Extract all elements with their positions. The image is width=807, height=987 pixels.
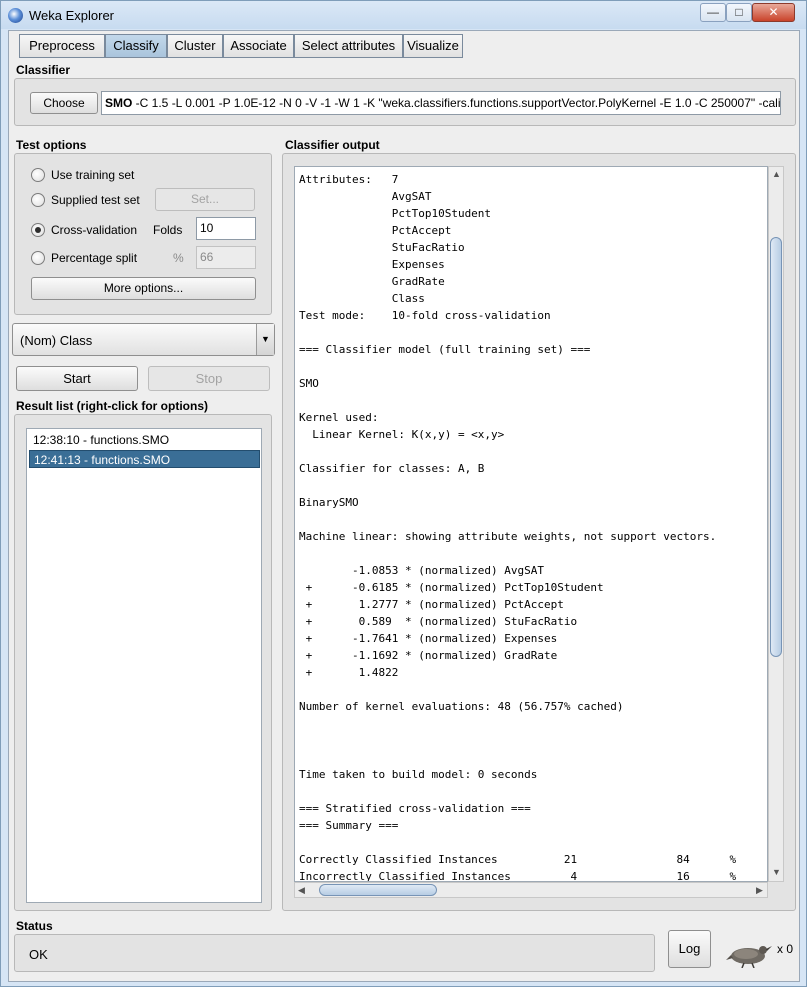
cross-validation-label: Cross-validation (51, 223, 138, 237)
status-section-title: Status (16, 919, 53, 933)
status-message: OK (29, 947, 48, 962)
folds-label: Folds (153, 223, 183, 237)
weka-app-icon (8, 8, 23, 23)
weka-bird-icon[interactable] (726, 938, 772, 968)
close-button[interactable]: ✕ (752, 3, 795, 22)
tab-preprocess[interactable]: Preprocess (19, 34, 105, 58)
tab-select-attributes[interactable]: Select attributes (294, 34, 403, 58)
classifier-name: SMO (105, 96, 133, 110)
maximize-icon: □ (735, 5, 743, 19)
output-vertical-scrollbar[interactable]: ▲ ▼ (768, 166, 784, 882)
more-options-button[interactable]: More options... (31, 277, 256, 300)
result-list[interactable]: 12:38:10 - functions.SMO 12:41:13 - func… (26, 428, 262, 903)
output-horizontal-scrollbar[interactable]: ◀ ▶ (294, 882, 768, 898)
test-options-panel: Use training set Supplied test set Set..… (14, 153, 272, 315)
class-attribute-value: (Nom) Class (20, 333, 93, 348)
folds-input[interactable]: 10 (196, 217, 256, 240)
classifier-options: -C 1.5 -L 0.001 -P 1.0E-12 -N 0 -V -1 -W… (135, 96, 781, 110)
classifier-config-field[interactable]: SMO -C 1.5 -L 0.001 -P 1.0E-12 -N 0 -V -… (101, 91, 781, 115)
supplied-test-set-radio[interactable] (31, 193, 45, 207)
percentage-split-input[interactable]: 66 (196, 246, 256, 269)
task-count: x 0 (777, 942, 794, 956)
choose-button[interactable]: Choose (30, 92, 98, 114)
scroll-down-icon[interactable]: ▼ (772, 867, 781, 877)
title-bar: Weka Explorer — □ ✕ (1, 1, 806, 29)
classifier-output-text: Attributes: 7 AvgSAT PctTop10Student Pct… (299, 173, 737, 882)
explorer-client-area: Preprocess Classify Cluster Associate Se… (8, 30, 800, 982)
tab-visualize[interactable]: Visualize (403, 34, 463, 58)
classifier-output-text-area[interactable]: Attributes: 7 AvgSAT PctTop10Student Pct… (294, 166, 768, 882)
use-training-set-label: Use training set (51, 168, 135, 182)
maximize-button[interactable]: □ (726, 3, 752, 22)
status-bar: OK (14, 934, 655, 972)
set-test-set-button[interactable]: Set... (155, 188, 255, 211)
test-options-section-title: Test options (16, 138, 87, 152)
stop-button[interactable]: Stop (148, 366, 270, 391)
classifier-panel: Choose SMO -C 1.5 -L 0.001 -P 1.0E-12 -N… (14, 78, 796, 126)
close-icon: ✕ (768, 5, 779, 19)
result-list-item-selected[interactable]: 12:41:13 - functions.SMO (29, 450, 260, 468)
horizontal-scroll-thumb[interactable] (319, 884, 437, 896)
chevron-down-icon: ▼ (256, 324, 274, 355)
result-list-section-title: Result list (right-click for options) (16, 399, 209, 413)
percent-label: % (173, 251, 184, 265)
tab-associate[interactable]: Associate (223, 34, 294, 58)
class-attribute-dropdown[interactable]: (Nom) Class ▼ (12, 323, 275, 356)
classifier-section-title: Classifier (16, 63, 71, 77)
percentage-split-label: Percentage split (51, 251, 138, 265)
minimize-icon: — (707, 5, 719, 19)
scroll-left-icon[interactable]: ◀ (298, 885, 305, 896)
scroll-up-icon[interactable]: ▲ (772, 169, 781, 179)
percentage-split-radio[interactable] (31, 251, 45, 265)
minimize-button[interactable]: — (700, 3, 726, 22)
tab-classify[interactable]: Classify (105, 34, 167, 58)
start-button[interactable]: Start (16, 366, 138, 391)
scroll-right-icon[interactable]: ▶ (756, 885, 763, 896)
vertical-scroll-thumb[interactable] (770, 237, 782, 657)
supplied-test-set-label: Supplied test set (51, 193, 140, 207)
tab-cluster[interactable]: Cluster (167, 34, 223, 58)
weka-explorer-window: Weka Explorer — □ ✕ Preprocess Classify … (0, 0, 807, 987)
result-list-item[interactable]: 12:38:10 - functions.SMO (29, 431, 260, 449)
use-training-set-radio[interactable] (31, 168, 45, 182)
log-button[interactable]: Log (668, 930, 711, 968)
cross-validation-radio[interactable] (31, 223, 45, 237)
classifier-output-section-title: Classifier output (285, 138, 380, 152)
window-title: Weka Explorer (29, 8, 115, 23)
